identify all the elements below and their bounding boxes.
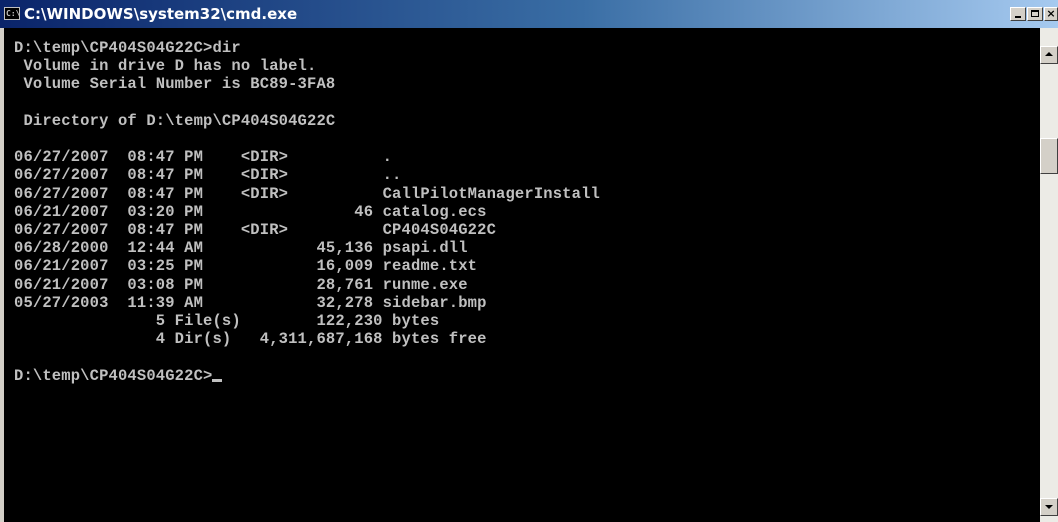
- maximize-icon: [1031, 10, 1039, 17]
- cmd-icon[interactable]: C:\: [4, 7, 20, 20]
- console-line: 06/27/2007 08:47 PM <DIR> CallPilotManag…: [14, 184, 600, 203]
- scrollbar-thumb[interactable]: [1040, 138, 1058, 174]
- console-line: D:\temp\CP404S04G22C>dir: [14, 39, 241, 57]
- scroll-up-button[interactable]: [1040, 46, 1058, 64]
- arrow-down-icon: [1045, 505, 1053, 509]
- console-line: 06/21/2007 03:25 PM 16,009 readme.txt: [14, 257, 478, 276]
- title-bar[interactable]: C:\ C:\WINDOWS\system32\cmd.exe ×: [0, 0, 1058, 28]
- minimize-icon: [1015, 16, 1021, 18]
- console-line: 4 Dir(s) 4,311,687,168 bytes free: [14, 330, 487, 349]
- console-lines: D:\temp\CP404S04G22C>dir Volume in drive…: [14, 39, 600, 348]
- console-output[interactable]: D:\temp\CP404S04G22C>dir Volume in drive…: [4, 28, 1040, 522]
- console-line: 06/27/2007 08:47 PM <DIR> CP404S04G22C: [14, 221, 497, 240]
- console-line: 06/21/2007 03:20 PM 46 catalog.ecs: [14, 202, 487, 221]
- console-line: 06/21/2007 03:08 PM 28,761 runme.exe: [14, 275, 468, 294]
- close-icon: ×: [1046, 7, 1056, 20]
- console-line: 06/27/2007 08:47 PM <DIR> .: [14, 148, 393, 167]
- console-line: 06/28/2000 12:44 AM 45,136 psapi.dll: [14, 239, 468, 258]
- minimize-button[interactable]: [1010, 7, 1026, 21]
- text-cursor: [212, 378, 223, 382]
- console-line: 5 File(s) 122,230 bytes: [14, 312, 440, 331]
- command-prompt: D:\temp\CP404S04G22C>: [14, 366, 213, 385]
- window-title: C:\WINDOWS\system32\cmd.exe: [24, 5, 298, 23]
- console-line: Directory of D:\temp\CP404S04G22C: [14, 111, 336, 130]
- arrow-up-icon: [1045, 52, 1053, 56]
- console-line: Volume in drive D has no label.: [14, 57, 317, 76]
- close-button[interactable]: ×: [1044, 7, 1058, 21]
- scroll-down-button[interactable]: [1040, 498, 1058, 516]
- maximize-button[interactable]: [1027, 7, 1043, 21]
- cmd-window: C:\ C:\WINDOWS\system32\cmd.exe × D:\tem…: [0, 0, 1058, 522]
- vertical-scrollbar[interactable]: [1040, 28, 1058, 522]
- console-line: 06/27/2007 08:47 PM <DIR> ..: [14, 166, 402, 185]
- console-line: Volume Serial Number is BC89-3FA8: [14, 75, 336, 94]
- console-line: 05/27/2003 11:39 AM 32,278 sidebar.bmp: [14, 293, 487, 312]
